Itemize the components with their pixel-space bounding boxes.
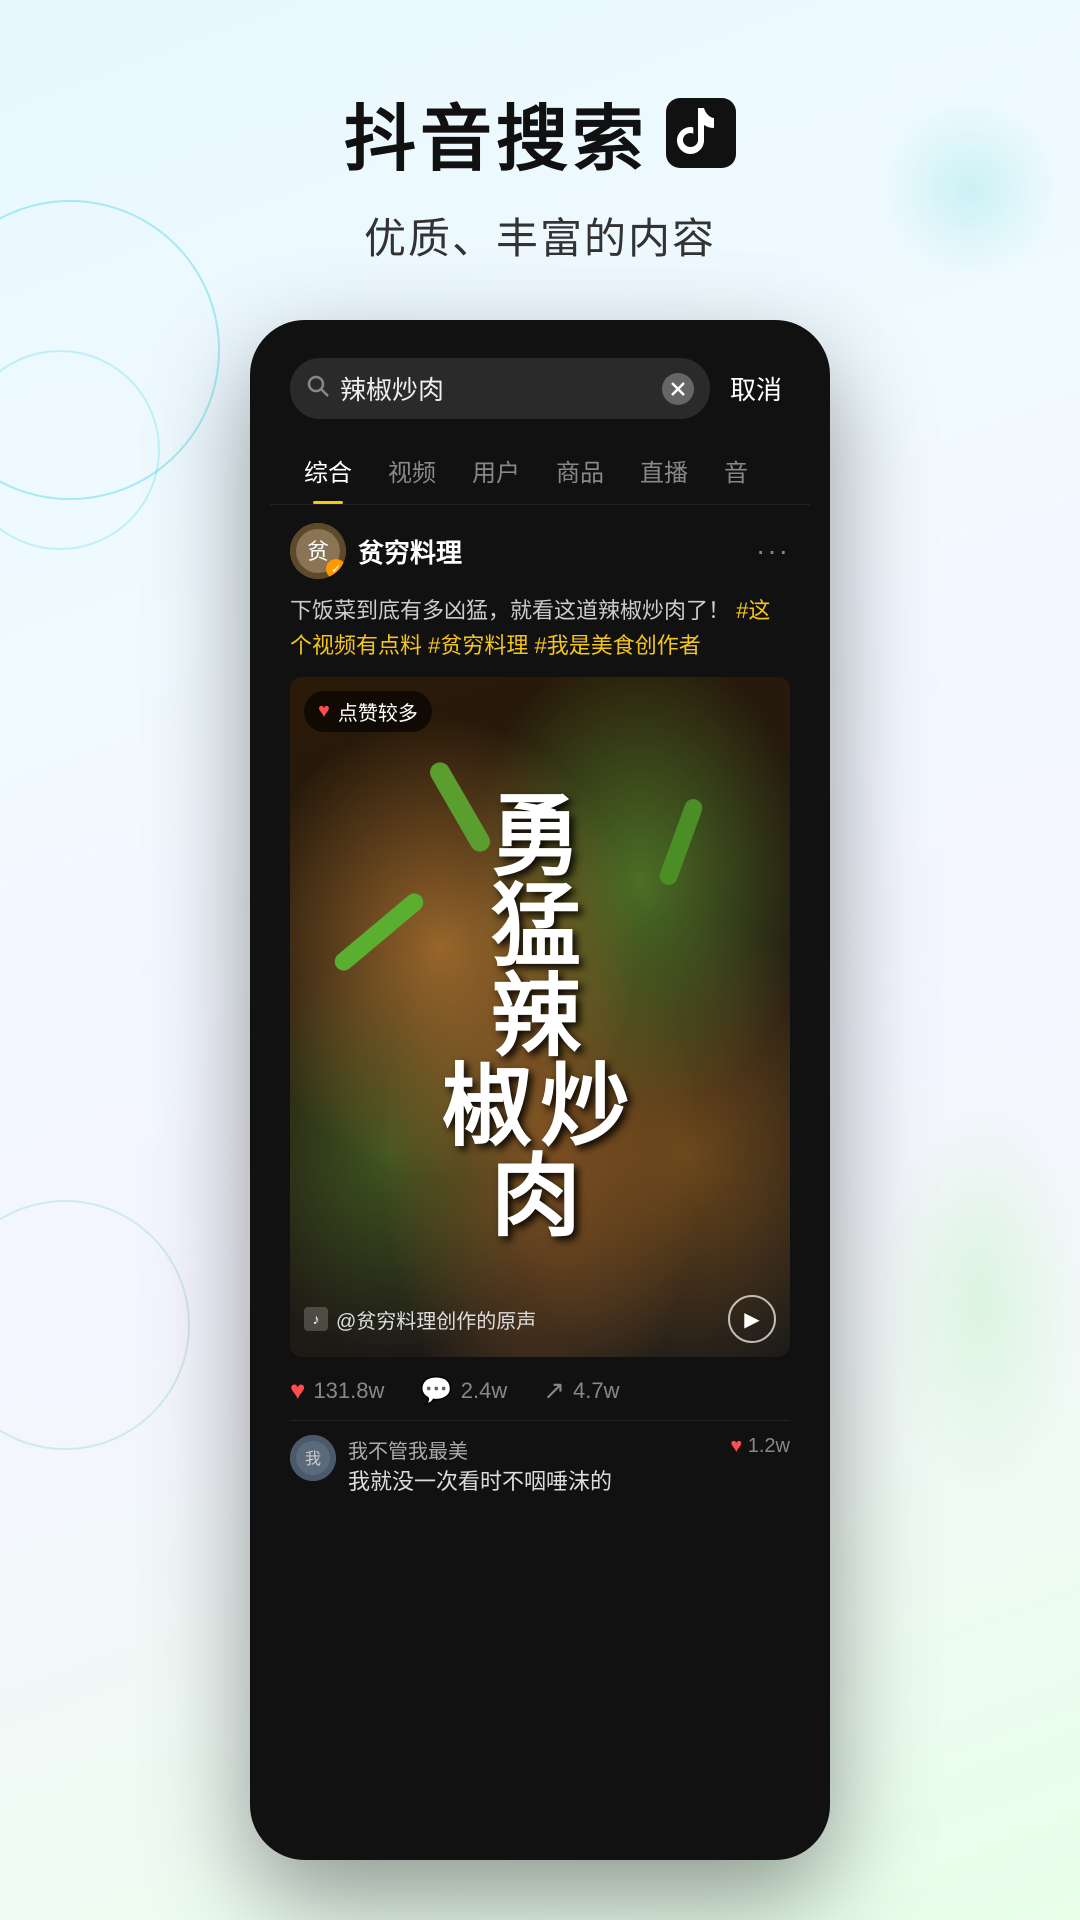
username-label: 贫穷料理 — [358, 533, 462, 570]
like-icon: ♥ — [290, 1375, 305, 1406]
video-badge: ♥ 点赞较多 — [304, 691, 432, 732]
commenter-username: 我不管我最美 — [348, 1435, 718, 1464]
verified-badge: ✓ — [326, 559, 346, 579]
title-text: 抖音搜索 — [344, 80, 648, 185]
tab-bar: 综合 视频 用户 商品 直播 音 — [270, 437, 810, 505]
comments-count: 2.4w — [461, 1378, 507, 1404]
tab-用户[interactable]: 用户 — [454, 437, 538, 504]
tab-直播[interactable]: 直播 — [622, 437, 706, 504]
comment-text: 我就没一次看时不咽唾沫的 — [348, 1464, 718, 1496]
tab-商品[interactable]: 商品 — [538, 437, 622, 504]
comments-stat[interactable]: 💬 2.4w — [420, 1375, 507, 1406]
search-query-text: 辣椒炒肉 — [340, 370, 652, 407]
bg-blob-right — [880, 1100, 1080, 1500]
phone-mockup: 辣椒炒肉 取消 综合 视频 — [250, 320, 830, 1860]
subtitle-text: 优质、丰富的内容 — [0, 205, 1080, 266]
video-bottom-bar: ♪ @贫穷料理创作的原声 ▶ — [304, 1295, 776, 1343]
likes-stat[interactable]: ♥ 131.8w — [290, 1375, 384, 1406]
main-title: 抖音搜索 — [0, 80, 1080, 185]
audio-info: ♪ @贫穷料理创作的原声 — [304, 1305, 536, 1334]
badge-text: 点赞较多 — [338, 697, 418, 726]
bg-decoration-circle-3 — [0, 1200, 190, 1450]
post-stats: ♥ 131.8w 💬 2.4w ↗ 4.7w — [290, 1357, 790, 1420]
tab-视频[interactable]: 视频 — [370, 437, 454, 504]
search-input-container[interactable]: 辣椒炒肉 — [290, 358, 710, 419]
tab-综合[interactable]: 综合 — [286, 437, 370, 504]
likes-count: 131.8w — [313, 1378, 384, 1404]
post-user-info[interactable]: 贫 ✓ 贫穷料理 — [290, 523, 462, 579]
comment-like-count[interactable]: ♥ 1.2w — [730, 1435, 790, 1458]
heart-icon: ♥ — [318, 700, 330, 723]
comment-content: 我不管我最美 我就没一次看时不咽唾沫的 — [348, 1435, 718, 1496]
cancel-search-button[interactable]: 取消 — [722, 370, 790, 407]
clear-search-button[interactable] — [662, 373, 694, 405]
shares-count: 4.7w — [573, 1378, 619, 1404]
post-section: 贫 ✓ 贫穷料理 ··· 下饭菜到底有多凶猛，就看这道辣椒炒肉了！ #这个视频有… — [270, 505, 810, 1496]
video-background: ♥ 点赞较多 勇 猛 辣 椒炒 肉 — [290, 677, 790, 1357]
commenter-avatar: 我 — [290, 1435, 336, 1481]
shares-stat[interactable]: ↗ 4.7w — [543, 1375, 619, 1406]
post-header: 贫 ✓ 贫穷料理 ··· — [290, 523, 790, 579]
phone-screen: 辣椒炒肉 取消 综合 视频 — [270, 340, 810, 1840]
comment-item: 我 我不管我最美 我就没一次看时不咽唾沫的 ♥ 1.2w — [290, 1435, 790, 1496]
comments-section: 我 我不管我最美 我就没一次看时不咽唾沫的 ♥ 1.2w — [290, 1420, 790, 1496]
comment-icon: 💬 — [420, 1375, 452, 1406]
user-avatar: 贫 ✓ — [290, 523, 346, 579]
top-section: 抖音搜索 优质、丰富的内容 — [0, 80, 1080, 266]
audio-text: @贫穷料理创作的原声 — [336, 1305, 536, 1334]
svg-text:我: 我 — [305, 1450, 321, 1468]
video-thumbnail[interactable]: ♥ 点赞较多 勇 猛 辣 椒炒 肉 — [290, 677, 790, 1357]
tiktok-logo-icon — [666, 98, 736, 168]
phone-frame: 辣椒炒肉 取消 综合 视频 — [250, 320, 830, 1860]
search-bar: 辣椒炒肉 取消 — [270, 340, 810, 437]
play-button[interactable]: ▶ — [728, 1295, 776, 1343]
svg-text:贫: 贫 — [307, 539, 329, 564]
share-icon: ↗ — [543, 1375, 565, 1406]
search-icon — [306, 374, 330, 403]
video-title-overlay: 勇 猛 辣 椒炒 肉 — [442, 792, 638, 1242]
tab-音频[interactable]: 音 — [706, 437, 766, 504]
post-desc-text: 下饭菜到底有多凶猛，就看这道辣椒炒肉了！ — [290, 598, 730, 623]
more-options-button[interactable]: ··· — [756, 535, 790, 567]
tiktok-small-icon: ♪ — [304, 1307, 328, 1331]
post-description: 下饭菜到底有多凶猛，就看这道辣椒炒肉了！ #这个视频有点料 #贫穷料理 #我是美… — [290, 593, 790, 663]
